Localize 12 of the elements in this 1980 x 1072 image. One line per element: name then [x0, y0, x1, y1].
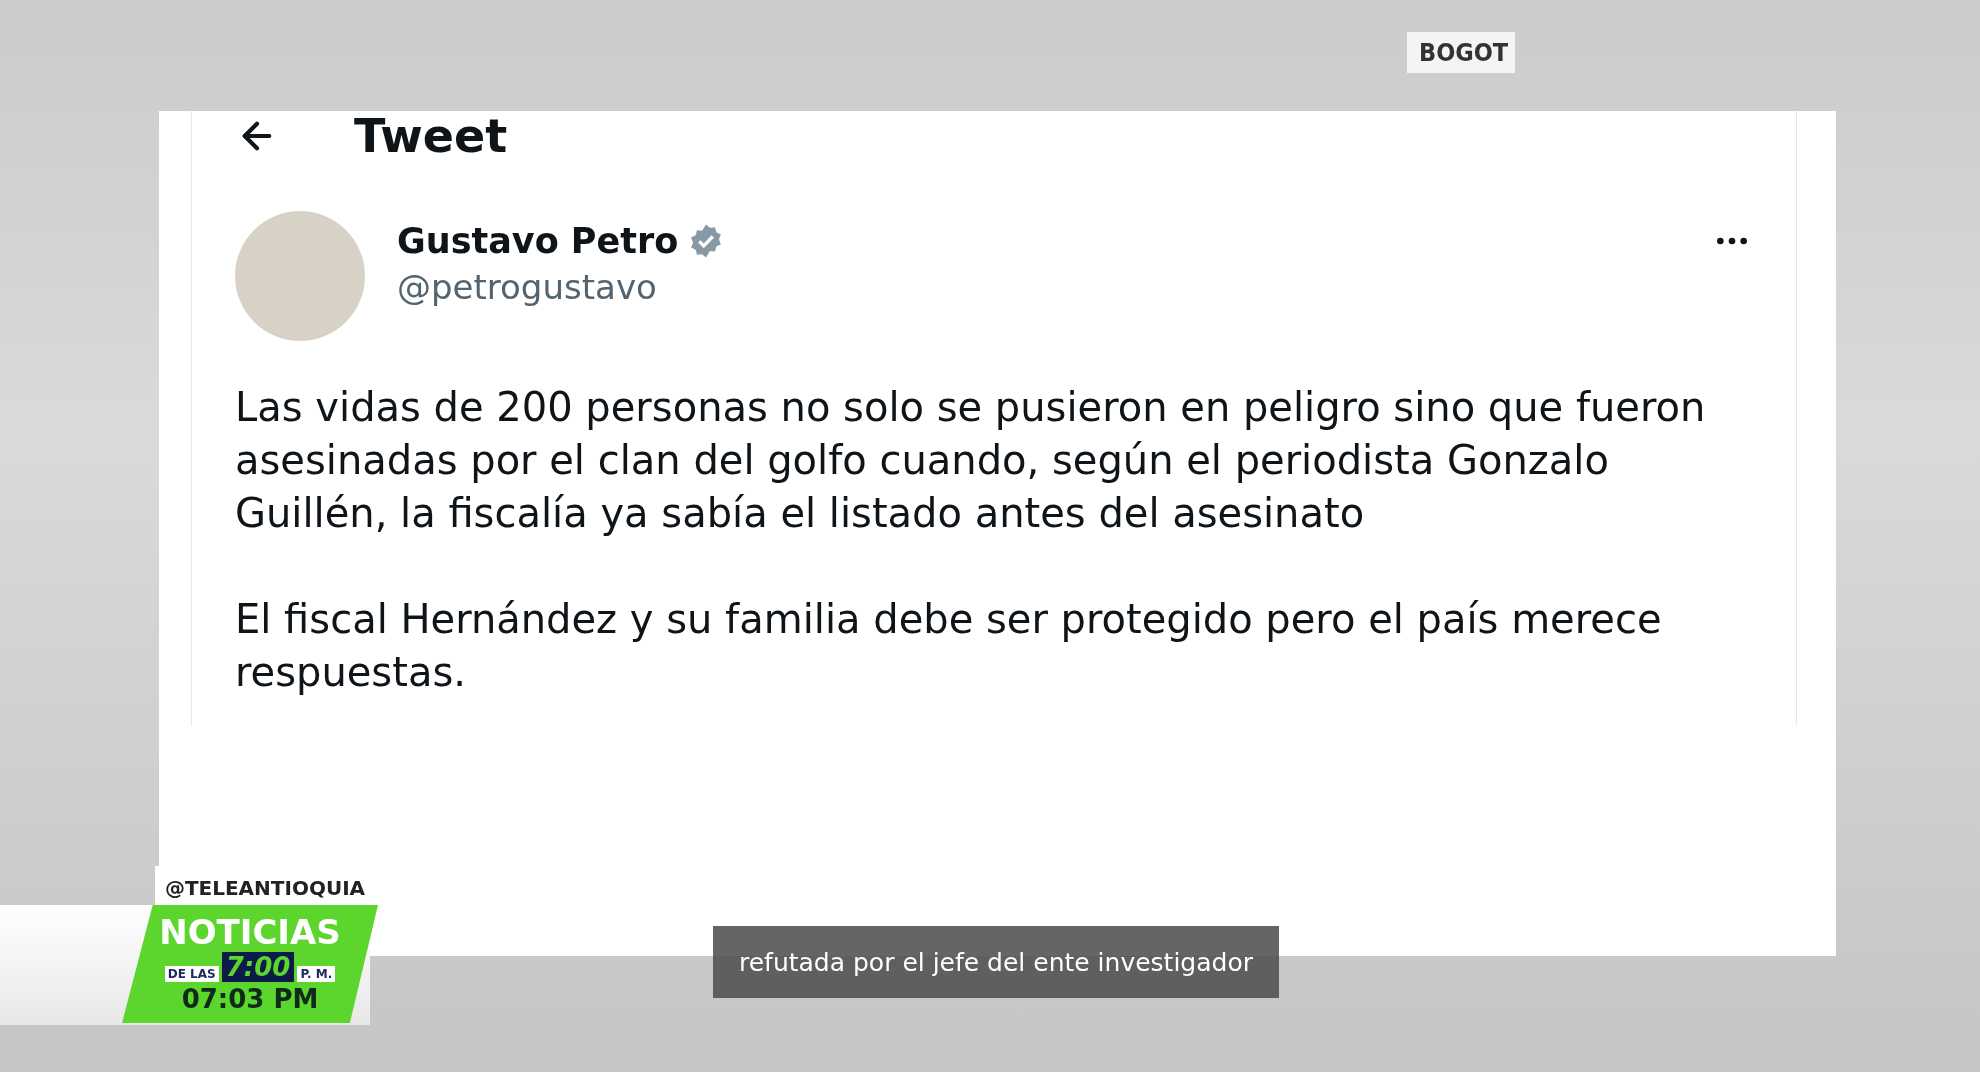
location-tag: BOGOT — [1407, 32, 1515, 73]
author-name[interactable]: Gustavo Petro — [397, 221, 679, 261]
author-handle[interactable]: @petrogustavo — [397, 267, 1752, 307]
show-suffix: P. M. — [297, 966, 336, 982]
show-title: NOTICIAS — [159, 914, 341, 950]
page-title: Tweet — [354, 111, 508, 161]
subtitle-caption: refutada por el jefe del ente investigador — [713, 926, 1279, 998]
tweet-text: El fiscal Hernández y su familia debe ser protegido pero el país merece respuestas. — [235, 595, 1663, 697]
show-time: 7:00 — [221, 952, 295, 982]
clock-time: 07:03 PM — [181, 984, 319, 1014]
show-prefix: DE LAS — [164, 966, 219, 982]
tweet-text: Las vidas de 200 personas no solo se pusieron en peligro sino que fueron asesinadas por el clan del golfo cuando, según el periodista Gonzalo Guillén, la fiscalía ya sabía el listado antes del asesinato — [235, 383, 1707, 538]
